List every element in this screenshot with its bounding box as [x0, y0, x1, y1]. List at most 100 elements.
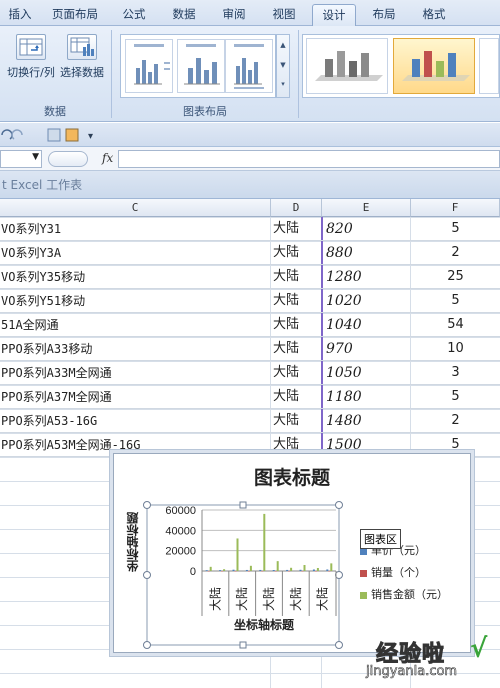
fx-icon[interactable]: fx: [102, 151, 113, 165]
legend-swatch-green: [360, 591, 367, 599]
legend-label: 销量（个）: [371, 566, 426, 579]
cell-qty[interactable]: 10: [411, 337, 500, 361]
cell-region[interactable]: 大陆: [271, 337, 321, 361]
cell-model[interactable]: 51A全网通: [0, 313, 270, 337]
cell-qty[interactable]: 5: [411, 217, 500, 241]
cell-model[interactable]: PPO系列A33移动: [0, 337, 270, 361]
chart-layout-thumb-2[interactable]: [177, 39, 225, 93]
select-data-label: 选择数据: [60, 66, 104, 79]
chart-area[interactable]: 图表标题 0 20000 40000 60000 大陆 大陆 大陆 大陆 大陆 坐标轴标题 坐标…: [113, 453, 471, 653]
customize-toolbar-icon[interactable]: ▾: [88, 131, 93, 142]
y-axis-title[interactable]: 坐标轴标题: [124, 512, 144, 572]
excel-window: 插入 页面布局 公式 数据 审阅 视图 设计 布局 格式 切换行/列 选择数据 …: [0, 0, 500, 688]
y-tick-label: 60000: [165, 505, 196, 517]
cell-region[interactable]: 大陆: [271, 361, 321, 385]
grid-icon[interactable]: [47, 128, 61, 142]
resize-handle: [335, 641, 343, 649]
column-header-e[interactable]: E: [322, 199, 411, 217]
cell-model[interactable]: PPO系列A53-16G: [0, 409, 270, 433]
cell-price[interactable]: 1280: [322, 265, 410, 289]
table-row: VO系列Y31 大陆 820 5: [0, 217, 500, 241]
chart-style-thumb-3[interactable]: [479, 38, 499, 94]
x-tick-label: 大陆: [261, 587, 276, 611]
tab-view[interactable]: 视图: [264, 4, 304, 26]
cell-model[interactable]: VO系列Y35移动: [0, 265, 270, 289]
table-row: VO系列Y35移动 大陆 1280 25: [0, 265, 500, 289]
resize-handle: [335, 571, 343, 579]
bar: [236, 538, 239, 571]
group-separator-2: [298, 30, 299, 118]
cell-price[interactable]: 970: [322, 337, 410, 361]
cell-price[interactable]: 1180: [322, 385, 410, 409]
column-header-c[interactable]: C: [0, 199, 271, 217]
cell-qty[interactable]: 3: [411, 361, 500, 385]
cell-qty[interactable]: 2: [411, 241, 500, 265]
cell-model[interactable]: VO系列Y51移动: [0, 289, 270, 313]
tab-data[interactable]: 数据: [164, 4, 204, 26]
cell-region[interactable]: 大陆: [271, 289, 321, 313]
redo-icon[interactable]: [11, 129, 23, 140]
table-row: 51A全网通 大陆 1040 54: [0, 313, 500, 337]
group-label-chart-layout: 图表布局: [183, 105, 227, 118]
tab-design[interactable]: 设计: [312, 4, 356, 26]
cell-qty[interactable]: 2: [411, 409, 500, 433]
table-row: VO系列Y3A 大陆 880 2: [0, 241, 500, 265]
cell-region[interactable]: 大陆: [271, 409, 321, 433]
switch-row-column-button[interactable]: 切换行/列: [4, 34, 58, 80]
chart-style-thumb-2-selected[interactable]: [393, 38, 475, 94]
formula-search-box[interactable]: [48, 151, 88, 167]
tab-layout[interactable]: 布局: [364, 4, 404, 26]
cell-model[interactable]: PPO系列A33M全网通: [0, 361, 270, 385]
layout-gallery-scroll[interactable]: ▲ ▼ ▾: [276, 34, 290, 98]
chart-style-thumb-1[interactable]: [306, 38, 388, 94]
legend-item-quantity[interactable]: 销量（个）: [360, 564, 426, 580]
select-data-button[interactable]: 选择数据: [58, 34, 106, 80]
tab-insert[interactable]: 插入: [0, 4, 40, 26]
tab-format[interactable]: 格式: [412, 4, 456, 26]
gallery-more-icon: ▾: [281, 80, 285, 88]
bar: [276, 561, 279, 571]
cell-model[interactable]: VO系列Y3A: [0, 241, 270, 265]
table-row: PPO系列A53-16G 大陆 1480 2: [0, 409, 500, 433]
x-axis-title[interactable]: 坐标轴标题: [204, 616, 324, 633]
resize-handle: [335, 501, 343, 509]
quick-access-icons: ▾: [1, 128, 93, 142]
tab-review[interactable]: 审阅: [214, 4, 254, 26]
column-header-d[interactable]: D: [271, 199, 322, 217]
cell-qty[interactable]: 25: [411, 265, 500, 289]
cell-price[interactable]: 1040: [322, 313, 410, 337]
bar: [303, 565, 306, 571]
column-header-f[interactable]: F: [411, 199, 500, 217]
cell-region[interactable]: 大陆: [271, 385, 321, 409]
undo-icon[interactable]: [1, 129, 13, 140]
workbook-title: t Excel 工作表: [0, 171, 500, 199]
tab-page-layout[interactable]: 页面布局: [46, 4, 104, 26]
bar: [316, 567, 319, 571]
y-tick-label: 20000: [165, 546, 196, 558]
legend-item-sales-amount[interactable]: 销售金额（元）: [360, 586, 448, 602]
cell-price[interactable]: 880: [322, 241, 410, 265]
chart-icon[interactable]: [65, 128, 79, 142]
cell-qty[interactable]: 5: [411, 385, 500, 409]
chart-layout-thumb-3[interactable]: [225, 39, 273, 93]
tab-formulas[interactable]: 公式: [114, 4, 154, 26]
cell-region[interactable]: 大陆: [271, 313, 321, 337]
cell-model[interactable]: VO系列Y31: [0, 217, 270, 241]
table-row: PPO系列A33移动 大陆 970 10: [0, 337, 500, 361]
chart-layout-thumb-1[interactable]: [125, 39, 173, 93]
cell-region[interactable]: 大陆: [271, 265, 321, 289]
ribbon-tabs: 插入 页面布局 公式 数据 审阅 视图 设计 布局 格式: [0, 0, 500, 26]
formula-input[interactable]: [118, 150, 500, 168]
cell-region[interactable]: 大陆: [271, 217, 321, 241]
cell-region[interactable]: 大陆: [271, 241, 321, 265]
group-label-data: 数据: [44, 105, 66, 118]
cell-price[interactable]: 1050: [322, 361, 410, 385]
name-box[interactable]: ▼: [0, 150, 42, 168]
cell-price[interactable]: 1020: [322, 289, 410, 313]
cell-qty[interactable]: 54: [411, 313, 500, 337]
cell-price[interactable]: 820: [322, 217, 410, 241]
ribbon-body: 切换行/列 选择数据 数据 ▲ ▼ ▾ 图表布局: [0, 26, 500, 122]
cell-model[interactable]: PPO系列A37M全网通: [0, 385, 270, 409]
cell-qty[interactable]: 5: [411, 289, 500, 313]
cell-price[interactable]: 1480: [322, 409, 410, 433]
